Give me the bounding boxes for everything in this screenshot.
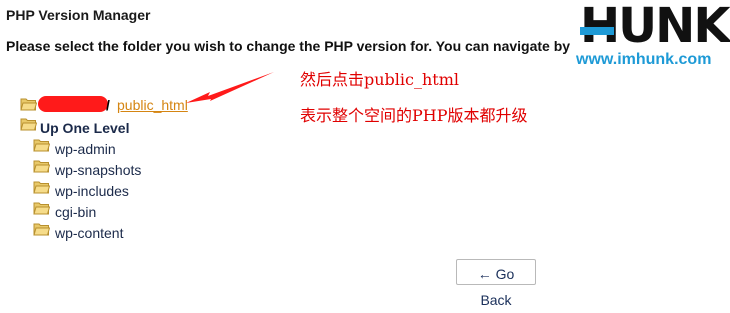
annotation-click-public-html: 然后点击public_html [300,70,460,89]
folder-icon [33,181,50,194]
folder-icon [33,160,50,173]
public-html-link[interactable]: public_html [117,96,188,114]
folder-item-wp-includes[interactable]: wp-includes [55,182,129,200]
go-back-button[interactable]: ← Go Back [456,259,536,308]
folder-item-cgi-bin[interactable]: cgi-bin [55,203,96,221]
folder-icon [33,139,50,152]
folder-up-icon [20,118,37,131]
redacted-path-segment [38,96,108,112]
page-title: PHP Version Manager [6,7,151,23]
up-one-level-link[interactable]: Up One Level [40,119,129,137]
folder-item-wp-snapshots[interactable]: wp-snapshots [55,161,141,179]
watermark-accent-bar [580,27,614,35]
watermark-logo: HUNK www.imhunk.com [574,0,730,74]
folder-item-wp-content[interactable]: wp-content [55,224,123,242]
annotation-upgrade-whole-space: 表示整个空间的PHP版本都升级 [300,106,528,125]
path-separator: / [106,97,110,113]
folder-icon [33,202,50,215]
folder-icon [33,223,50,236]
watermark-url: www.imhunk.com [576,51,712,68]
annotation-arrow [186,72,274,103]
folder-item-wp-admin[interactable]: wp-admin [55,140,116,158]
folder-open-icon [20,98,37,111]
